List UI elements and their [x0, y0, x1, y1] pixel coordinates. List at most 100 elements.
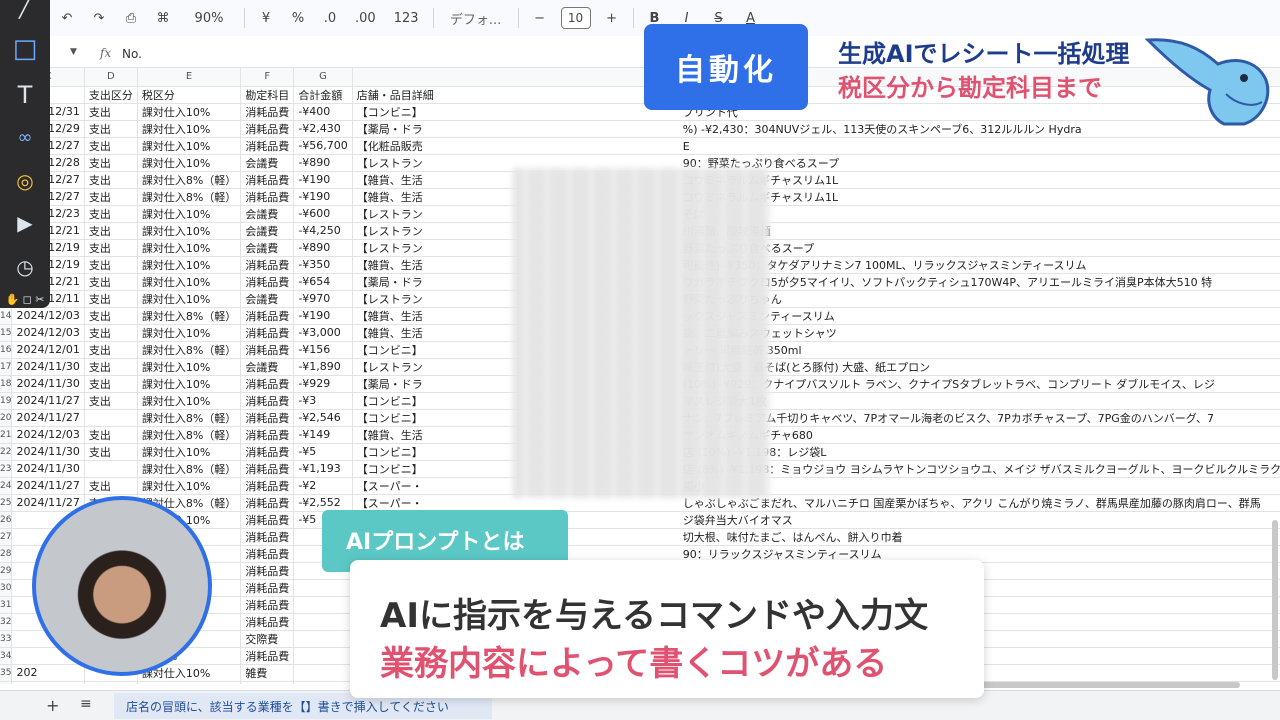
row-number[interactable]: 20: [0, 409, 13, 427]
cell-type[interactable]: 支出: [84, 171, 138, 189]
undo-icon[interactable]: ↶: [56, 5, 78, 31]
cell-account[interactable]: 消耗品費: [240, 613, 295, 631]
cell-tax[interactable]: 課対仕入10%: [137, 477, 242, 495]
cell-amount[interactable]: -¥190: [293, 171, 353, 189]
cell-date[interactable]: 2024/11/27: [11, 494, 85, 512]
cell-tax[interactable]: 課対仕入10%: [137, 137, 242, 155]
zoom-select[interactable]: 90%: [184, 5, 234, 31]
cell-account[interactable]: 消耗品費: [240, 103, 295, 121]
row-number[interactable]: 28: [0, 545, 13, 563]
cell-account[interactable]: 消耗品費: [240, 256, 295, 274]
cell-amount[interactable]: -¥56,700: [293, 137, 353, 155]
cell-date[interactable]: 202: [11, 664, 85, 682]
font-size-input[interactable]: 10: [560, 7, 591, 29]
font-size-decrease-button[interactable]: −: [529, 5, 551, 31]
row-number[interactable]: 17: [0, 358, 13, 376]
cell-account[interactable]: 消耗品費: [240, 562, 295, 580]
cell-amount[interactable]: -¥1,890: [293, 358, 353, 376]
increase-decimal-button[interactable]: .00: [351, 5, 380, 31]
cell-type[interactable]: 支出: [84, 103, 138, 121]
cell-account[interactable]: 消耗品費: [240, 392, 295, 410]
cell-amount[interactable]: [293, 596, 353, 614]
cell-date[interactable]: 2024/11/30: [11, 460, 85, 478]
cell-type[interactable]: 支出: [84, 307, 138, 325]
cell-amount[interactable]: -¥2,552: [293, 494, 353, 512]
cell-account[interactable]: 消耗品費: [240, 341, 295, 359]
row-number[interactable]: 15: [0, 324, 13, 342]
column-header[interactable]: G: [293, 68, 353, 87]
cell-tax[interactable]: 課対仕入8%（軽）: [137, 307, 242, 325]
font-size-increase-button[interactable]: +: [601, 5, 623, 31]
cell-account[interactable]: 会議費: [240, 239, 295, 257]
row-number[interactable]: 22: [0, 443, 13, 461]
cell-amount[interactable]: [293, 647, 353, 665]
cell-tax[interactable]: [137, 681, 242, 684]
cell-amount[interactable]: [293, 579, 353, 597]
cell-date[interactable]: 2024/12/03: [11, 426, 85, 444]
cell-account[interactable]: [240, 681, 295, 684]
cell[interactable]: 支出区分: [84, 86, 138, 104]
cell-account[interactable]: 消耗品費: [240, 307, 295, 325]
row-number[interactable]: 25: [0, 494, 13, 512]
number-format-button[interactable]: 123: [390, 5, 423, 31]
row-number[interactable]: 34: [0, 647, 13, 665]
cell-account[interactable]: 消耗品費: [240, 528, 295, 546]
color-picker-icon[interactable]: ◎: [0, 164, 50, 198]
cell-account[interactable]: 消耗品費: [240, 579, 295, 597]
cell-account[interactable]: 消耗品費: [240, 443, 295, 461]
cell-type[interactable]: 支出: [84, 375, 138, 393]
cell-detail[interactable]: 【コンビニ】店 (10%) -¥1,198：レジ袋L: [352, 443, 1280, 461]
cell-type[interactable]: 支出: [84, 358, 138, 376]
cell-amount[interactable]: -¥890: [293, 239, 353, 257]
cell-account[interactable]: 消耗品費: [240, 511, 295, 529]
add-sheet-button[interactable]: +: [46, 696, 59, 715]
cell-detail[interactable]: 【レストランそば: [352, 205, 1280, 223]
row-number[interactable]: 26: [0, 511, 13, 529]
column-header[interactable]: E: [137, 68, 242, 87]
cell-amount[interactable]: [293, 630, 353, 648]
cell-amount[interactable]: -¥2: [293, 477, 353, 495]
laser-icon[interactable]: ∞: [0, 120, 50, 154]
paint-format-icon[interactable]: ⌘: [152, 5, 174, 31]
cell-date[interactable]: 2024/11/30: [11, 358, 85, 376]
cell-amount[interactable]: -¥149: [293, 426, 353, 444]
cell-detail[interactable]: 【雑貨、生活ックスジャスミンティースリム: [352, 307, 1280, 325]
cell-type[interactable]: 支出: [84, 324, 138, 342]
cell-tax[interactable]: 課対仕入10%: [137, 222, 242, 240]
cell-type[interactable]: 支出: [84, 392, 138, 410]
cell-tax[interactable]: 課対仕入10%: [137, 120, 242, 138]
cell-detail[interactable]: 【レストラン川湯麺、酸辣湯麺: [352, 222, 1280, 240]
cell-account[interactable]: 会議費: [240, 290, 295, 308]
cell-amount[interactable]: -¥350: [293, 256, 353, 274]
currency-button[interactable]: ¥: [255, 5, 277, 31]
cell-type[interactable]: 支出: [84, 137, 138, 155]
cell-tax[interactable]: 課対仕入8%（軽）: [137, 460, 242, 478]
cell-tax[interactable]: 課対仕入10%: [137, 358, 242, 376]
cell-detail[interactable]: 【コンビニ】店 (8%) -¥1,198：ミョウジョウ ヨシムラヤトンコツショウ…: [352, 460, 1280, 478]
cell-account[interactable]: 消耗品費: [240, 171, 295, 189]
cell-detail[interactable]: 【化粧品販売 E: [352, 137, 1280, 155]
cell-tax[interactable]: 課対仕入8%（軽）: [137, 426, 242, 444]
cell-account[interactable]: 会議費: [240, 154, 295, 172]
row-number[interactable]: 30: [0, 579, 13, 597]
cell[interactable]: 税区分: [137, 86, 242, 104]
row-number[interactable]: 31: [0, 596, 13, 614]
cell-amount[interactable]: -¥4,250: [293, 222, 353, 240]
cell-amount[interactable]: -¥190: [293, 307, 353, 325]
cell-tax[interactable]: 課対仕入10%: [137, 103, 242, 121]
cell-tax[interactable]: 課対仕入8%（軽）: [137, 188, 242, 206]
cell-amount[interactable]: -¥3: [293, 392, 353, 410]
cell-account[interactable]: 会議費: [240, 358, 295, 376]
cell-detail[interactable]: 【レストラン 味玉付)大盛、醤そば(とろ豚付) 大盛、紙エプロン: [352, 358, 1280, 376]
cell-amount[interactable]: [293, 664, 353, 682]
cell-type[interactable]: 支出: [84, 188, 138, 206]
cell-amount[interactable]: -¥5: [293, 443, 353, 461]
cell-type[interactable]: 支出: [84, 273, 138, 291]
cell-date[interactable]: 2024/11/27: [11, 409, 85, 427]
redo-icon[interactable]: ↷: [88, 5, 110, 31]
cell-type[interactable]: [84, 460, 138, 478]
cell-amount[interactable]: [293, 613, 353, 631]
cell-account[interactable]: 消耗品費: [240, 647, 295, 665]
chevron-down-icon[interactable]: ▼: [70, 47, 77, 57]
cell-amount[interactable]: -¥3,000: [293, 324, 353, 342]
